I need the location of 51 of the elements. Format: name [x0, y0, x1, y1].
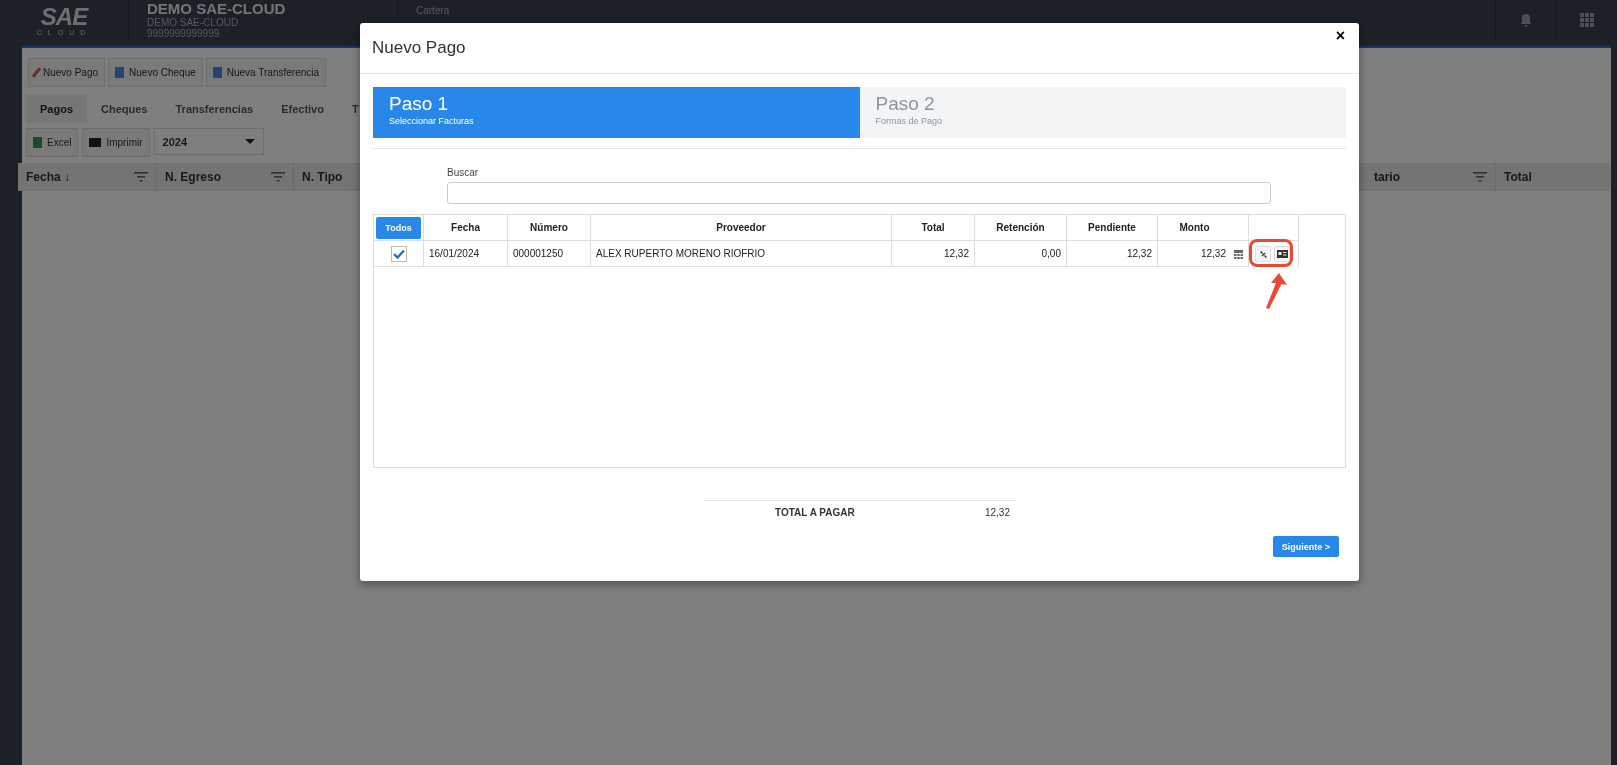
column-header: N. Tipo: [302, 170, 343, 184]
filter-icon[interactable]: [1473, 172, 1487, 182]
step-tab[interactable]: Paso 2 Formas de Pago: [859, 87, 1346, 138]
filter-icon[interactable]: [271, 172, 285, 182]
column-header: Fecha: [424, 215, 508, 241]
step-tab[interactable]: Paso 1 Seleccionar Facturas: [373, 87, 860, 138]
column-header: Número: [508, 215, 591, 241]
id-card-icon: [1276, 250, 1288, 258]
annotation-arrow: [1263, 273, 1287, 309]
company-subtitle: DEMO SAE-CLOUD: [147, 17, 240, 28]
tab[interactable]: Pagos: [26, 95, 87, 123]
toolbar-button[interactable]: Nueva Transferencia: [205, 58, 327, 87]
calculator-icon[interactable]: [1234, 250, 1243, 260]
search-field[interactable]: [447, 182, 1271, 204]
column-header: Total: [892, 215, 975, 241]
table-cell: 16/01/2024: [429, 248, 480, 259]
column-header: N. Egreso: [165, 170, 221, 184]
tab[interactable]: Efectivo: [267, 95, 338, 123]
tab[interactable]: Transferencias: [161, 95, 268, 123]
column-header: Proveedor: [591, 215, 892, 241]
total-label: TOTAL A PAGAR: [775, 507, 855, 518]
select-all-button[interactable]: Todos: [376, 216, 421, 239]
highlight-ring: [1249, 239, 1293, 267]
filter-icon[interactable]: [134, 172, 148, 182]
tab[interactable]: Cheques: [87, 95, 162, 123]
table-cell: 12,32: [943, 248, 969, 259]
table-cell: 12,32: [1126, 248, 1152, 259]
company-name: DEMO SAE-CLOUD: [147, 1, 287, 17]
checkbox[interactable]: [390, 245, 407, 262]
link-icon: [1258, 249, 1268, 259]
table-cell: 000001250: [513, 248, 564, 259]
year-select[interactable]: 2024: [153, 128, 264, 155]
excel-button[interactable]: Excel: [26, 128, 79, 157]
column-header: tario: [1374, 170, 1400, 184]
column-header: Retención: [975, 215, 1067, 241]
table-cell: ALEX RUPERTO MORENO RIOFRIO: [596, 248, 766, 259]
table-cell: 0,00: [1041, 248, 1061, 259]
next-button[interactable]: Siguiente >: [1272, 536, 1339, 557]
column-header: Fecha ↓: [26, 170, 70, 184]
table-cell: 12,32: [1200, 248, 1226, 259]
card-button[interactable]: [1274, 246, 1290, 262]
column-header: Total: [1504, 170, 1532, 184]
total-value: 12,32: [984, 507, 1010, 518]
column-header: Monto: [1158, 215, 1249, 241]
search-label: Buscar: [447, 167, 480, 178]
print-button[interactable]: Imprimir: [82, 128, 150, 157]
dialog-title: Nuevo Pago: [372, 38, 466, 58]
toolbar-button[interactable]: Nuevo Cheque: [108, 58, 203, 87]
close-button[interactable]: ×: [1333, 27, 1347, 45]
toolbar-button[interactable]: Nuevo Pago: [28, 58, 106, 87]
column-header: Pendiente: [1067, 215, 1158, 241]
